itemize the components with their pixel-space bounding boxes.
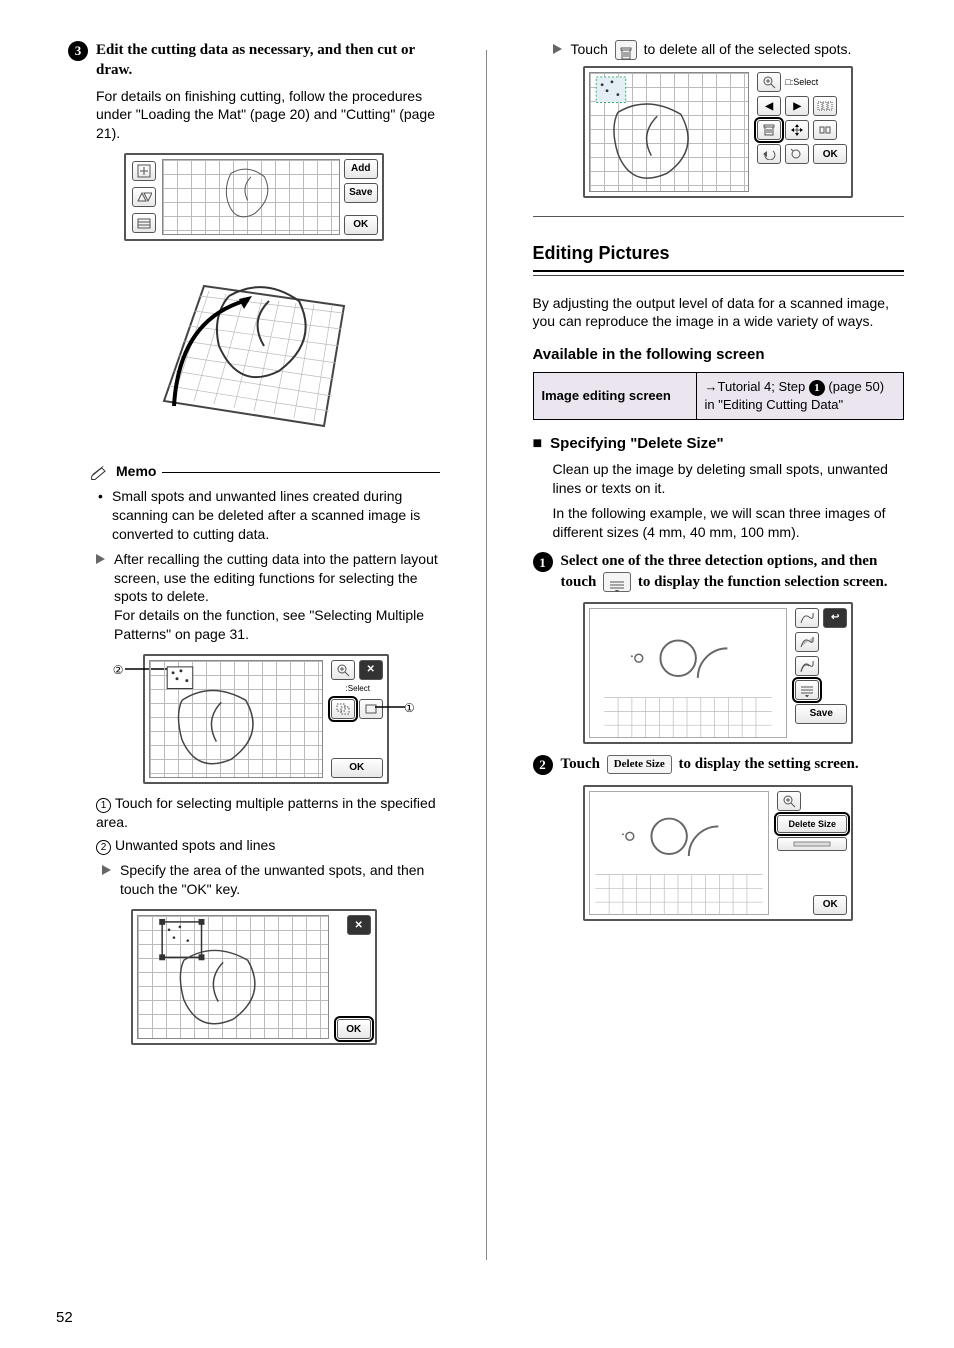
memo-block: Memo Small spots and unwanted lines crea… <box>90 462 440 644</box>
callout-1: ① <box>404 700 415 716</box>
trash-icon <box>757 120 781 140</box>
trash-icon <box>615 40 637 60</box>
memo-bullet-1: Small spots and unwanted lines created d… <box>96 487 440 544</box>
step-1-row: 1 Select one of the three detection opti… <box>533 551 905 592</box>
settings-panel-icon <box>603 572 631 592</box>
memo-tri-1: After recalling the cutting data into th… <box>96 550 440 644</box>
step-1-title: Select one of the three detection option… <box>561 551 905 592</box>
step-2-badge: 2 <box>533 755 553 775</box>
section-intro: By adjusting the output level of data fo… <box>533 294 905 332</box>
region-mode-icon <box>795 632 819 652</box>
figure-area-select: ✕ OK <box>68 909 440 1045</box>
prev-icon: ◀ <box>757 96 781 116</box>
select-hint-label: :Select <box>791 77 819 87</box>
step-1-badge: 1 <box>533 552 553 572</box>
spec-para-1: Clean up the image by deleting small spo… <box>553 460 905 498</box>
ok-button: OK <box>813 895 847 915</box>
circled-2: 2 <box>96 840 111 855</box>
line-mode-icon <box>795 656 819 676</box>
outline-mode-icon <box>795 608 819 628</box>
save-button: Save <box>795 704 847 724</box>
back-icon: ↩ <box>823 608 847 628</box>
step-2-row: 2 Touch Delete Size to display the setti… <box>533 754 905 775</box>
annot-2-text: Unwanted spots and lines <box>115 837 275 853</box>
figure-detection-options: ↩ Save <box>533 602 905 744</box>
close-x-icon: ✕ <box>347 915 371 935</box>
table-cell-right: →Tutorial 4; Step 1 (page 50) in "Editin… <box>696 372 903 419</box>
delete-size-button: Delete Size <box>777 815 847 833</box>
layers-icon <box>132 213 156 233</box>
column-divider <box>486 50 487 1260</box>
thumb-select-icon <box>359 699 383 719</box>
figure-delete-size: Delete Size OK <box>533 785 905 921</box>
delete-size-button-label: Delete Size <box>607 755 672 774</box>
step-3-badge: 3 <box>68 41 88 61</box>
available-heading: Available in the following screen <box>533 345 905 365</box>
save-button: Save <box>344 183 378 203</box>
triangles-icon <box>132 187 156 207</box>
table-cell-left: Image editing screen <box>533 372 696 419</box>
move-icon <box>785 120 809 140</box>
figure-delete-spots: □:Select ◀ ▶ <box>533 66 905 198</box>
pencil-icon <box>90 464 110 480</box>
circled-1: 1 <box>96 798 111 813</box>
callout-2: ② <box>113 662 124 678</box>
annotation-list: 1Touch for selecting multiple patterns i… <box>96 794 440 899</box>
step-2-title: Touch Delete Size to display the setting… <box>561 754 859 774</box>
close-x-icon: ✕ <box>359 660 383 680</box>
section-title: Editing Pictures <box>533 241 905 265</box>
specifying-heading: ■Specifying "Delete Size" <box>533 434 905 454</box>
memo-heading: Memo <box>116 462 156 481</box>
undo-icon <box>757 144 781 164</box>
step-3-row: 3 Edit the cutting data as necessary, an… <box>68 40 440 81</box>
page-number: 52 <box>56 1309 73 1326</box>
spec-para-2: In the following example, we will scan t… <box>553 504 905 542</box>
figure-mat-perspective <box>68 251 440 446</box>
available-table: Image editing screen →Tutorial 4; Step 1… <box>533 372 905 420</box>
step-3-title: Edit the cutting data as necessary, and … <box>96 40 440 81</box>
align-icon <box>813 120 837 140</box>
step-ref-badge: 1 <box>809 380 825 396</box>
annot-tri-1: Specify the area of the unwanted spots, … <box>102 861 440 899</box>
figure-edit-screen: Add Save OK <box>68 153 440 241</box>
right-column: Touch to delete all of the selected spot… <box>523 40 905 1328</box>
zoom-icon <box>777 791 801 811</box>
ok-button: OK <box>337 1019 371 1039</box>
settings-panel-icon <box>795 680 819 700</box>
redo-zoom-icon <box>785 144 809 164</box>
add-button: Add <box>344 159 378 179</box>
pattern-add-icon <box>132 161 156 181</box>
ok-button: OK <box>813 144 847 164</box>
select-hint-label: :Select <box>331 684 383 695</box>
multi-select-icon <box>331 699 355 719</box>
zoom-icon <box>331 660 355 680</box>
figure-select-multi: ② ① <box>92 654 440 784</box>
zoom-icon <box>757 72 781 92</box>
annot-1-text: Touch for selecting multiple patterns in… <box>96 795 436 830</box>
select-all-icon <box>813 96 837 116</box>
left-column: 3 Edit the cutting data as necessary, an… <box>68 40 450 1328</box>
next-icon: ▶ <box>785 96 809 116</box>
ok-button: OK <box>344 215 378 235</box>
ok-button: OK <box>331 758 383 778</box>
touch-trash-line: Touch to delete all of the selected spot… <box>553 40 905 60</box>
slider-placeholder <box>777 837 847 851</box>
step-3-paragraph: For details on finishing cutting, follow… <box>96 87 440 144</box>
